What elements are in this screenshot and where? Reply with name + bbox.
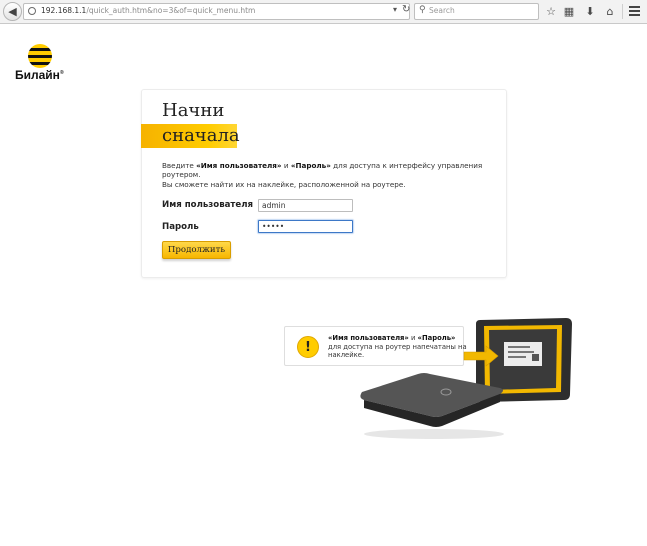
brand-logo-text: Билайн® [15, 68, 64, 82]
search-placeholder: Search [429, 6, 455, 15]
brand-registered-mark: ® [59, 70, 64, 76]
exclamation-icon: ! [297, 336, 319, 358]
instructions-paragraph-2: Вы сможете найти их на наклейке, располо… [162, 179, 406, 189]
url-path: /quick_auth.htm&no=3&of=quick_menu.htm [86, 6, 256, 15]
login-instructions: Введите «Имя пользователя» и «Пароль» дл… [162, 161, 487, 189]
beeline-logo-icon [28, 44, 52, 68]
instructions-paragraph-1: Введите «Имя пользователя» и «Пароль» дл… [162, 161, 487, 180]
back-icon[interactable]: ◀ [3, 2, 22, 21]
dropdown-icon[interactable]: ▾ [393, 5, 397, 14]
address-bar[interactable]: 192.168.1.1/quick_auth.htm&no=3&of=quick… [23, 3, 410, 20]
toolbar-separator [622, 4, 623, 19]
password-field[interactable] [258, 220, 353, 233]
bookmarks-icon[interactable]: ▦ [562, 4, 576, 18]
page-title-line2: сначала [162, 125, 240, 146]
home-icon[interactable]: ⌂ [603, 4, 617, 18]
search-bar[interactable]: ⚲ Search [414, 3, 539, 20]
router-illustration [360, 318, 572, 439]
search-icon: ⚲ [419, 5, 426, 15]
url-host: 192.168.1.1 [41, 6, 87, 15]
continue-button[interactable]: Продолжить [162, 241, 231, 259]
username-label: Имя пользователя [162, 200, 254, 210]
page-title-line1: Начни [162, 100, 225, 121]
browser-toolbar: ◀ 192.168.1.1/quick_auth.htm&no=3&of=qui… [0, 0, 647, 24]
url-text[interactable]: 192.168.1.1/quick_auth.htm&no=3&of=quick… [41, 6, 255, 15]
instructions-username-term: «Имя пользователя» [196, 161, 282, 170]
menu-icon[interactable] [629, 6, 640, 16]
reload-icon[interactable]: ↻ [402, 4, 410, 15]
star-icon[interactable]: ☆ [544, 4, 558, 18]
password-label: Пароль [162, 222, 199, 232]
instructions-prefix: Введите [162, 161, 197, 170]
brand-name: Билайн [15, 68, 60, 82]
instructions-password-term: «Пароль» [290, 161, 331, 170]
download-icon[interactable]: ⬇ [583, 4, 597, 18]
globe-icon [28, 7, 36, 15]
instructions-and: и [281, 161, 291, 170]
username-field[interactable] [258, 199, 353, 212]
